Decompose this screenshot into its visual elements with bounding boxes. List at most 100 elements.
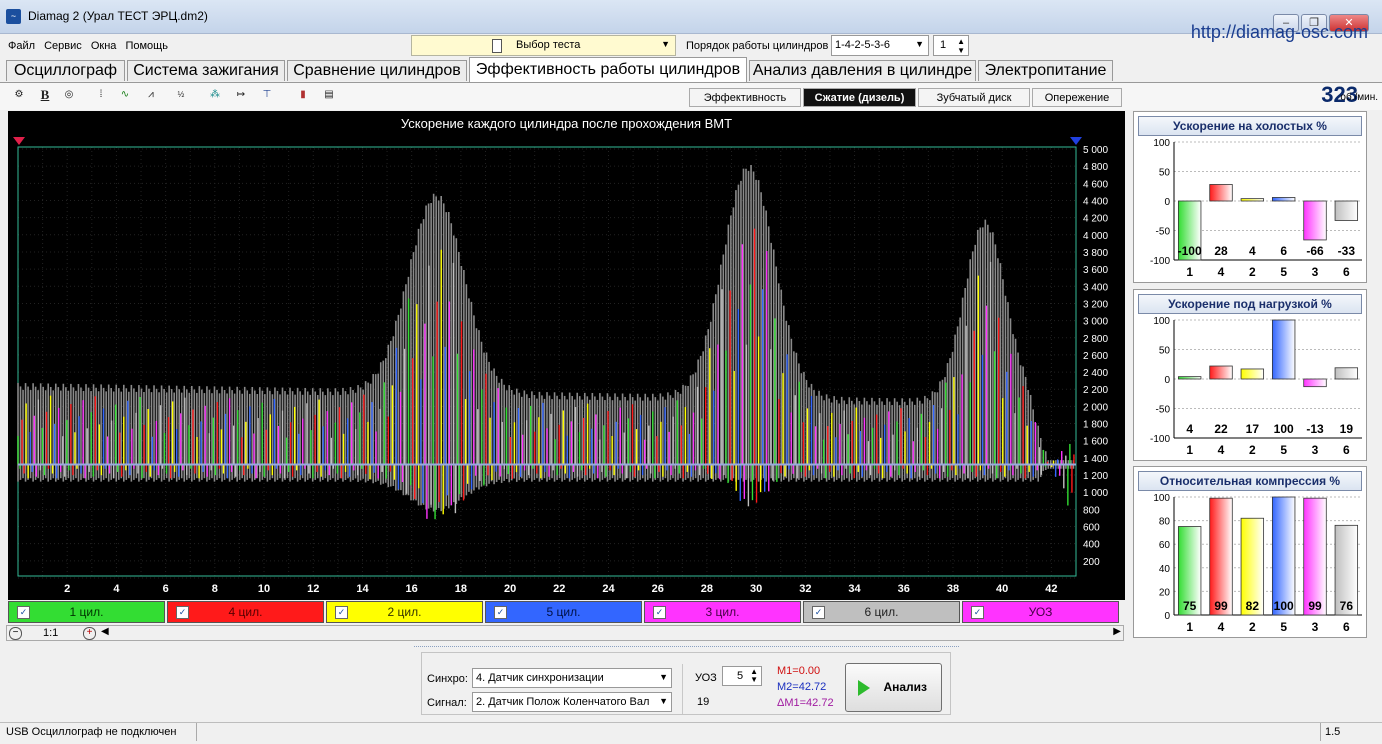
test-select[interactable]: Выбор теста ▼ xyxy=(411,35,676,56)
x-tick-label: 10 xyxy=(258,583,270,595)
wave-icon[interactable]: ∿ xyxy=(116,86,134,104)
menu-bar: Файл Сервис Окна Помощь xyxy=(0,36,168,56)
signal-select[interactable]: 2. Датчик Полож Коленчатого Вал ▼ xyxy=(472,692,672,712)
y-tick-label: 60 xyxy=(1159,540,1171,551)
rpm-icon[interactable]: ◎ xyxy=(60,86,78,104)
legend-item[interactable]: ✓ 6 цил. xyxy=(803,601,960,623)
checkbox-icon[interactable]: ✓ xyxy=(971,606,984,619)
checkbox-icon[interactable]: ✓ xyxy=(176,606,189,619)
menu-service[interactable]: Сервис xyxy=(44,36,82,56)
subtab-toothed-disk[interactable]: Зубчатый диск xyxy=(918,88,1030,107)
marker-icon[interactable]: ⊤ xyxy=(258,86,276,104)
x-tick-label: 42 xyxy=(1045,583,1057,595)
analyze-button[interactable]: Анализ xyxy=(845,663,942,712)
category-label: 1 xyxy=(1186,620,1193,634)
checkbox-icon[interactable]: ✓ xyxy=(17,606,30,619)
acceleration-chart[interactable]: 5 000 4 800 4 600 4 400 4 200 4 000 3 800 3 600… xyxy=(8,111,1125,600)
counter-icon[interactable]: ↦ xyxy=(232,86,250,104)
subtab-efficiency[interactable]: Эффективность xyxy=(689,88,801,107)
menu-windows[interactable]: Окна xyxy=(91,36,117,56)
y-tick-label: 100 xyxy=(1153,138,1170,149)
scale-icon[interactable]: ⁞ xyxy=(92,86,110,104)
zoom-out-icon[interactable]: − xyxy=(9,627,22,640)
chart-title: Ускорение каждого цилиндра после прохожд… xyxy=(400,116,733,131)
legend-item[interactable]: ✓ 2 цил. xyxy=(326,601,483,623)
tab-cylinder-compare[interactable]: Сравнение цилиндров xyxy=(287,60,467,81)
legend-label: УОЗ xyxy=(1028,605,1053,619)
menu-file[interactable]: Файл xyxy=(8,36,35,56)
spinner-arrows-icon[interactable]: ▲ ▼ xyxy=(750,668,758,684)
acceleration-plot[interactable]: 5 000 4 800 4 600 4 400 4 200 4 000 3 800 3 600… xyxy=(8,111,1125,600)
legend-item[interactable]: ✓ 3 цил. xyxy=(644,601,801,623)
tab-oscilloscope[interactable]: Осциллограф xyxy=(6,60,125,81)
y-tick-label: 200 xyxy=(1083,557,1100,568)
y-tick-label: 1 400 xyxy=(1083,454,1108,465)
plot-frame xyxy=(17,146,1077,577)
site-link[interactable]: http://diamag-osc.com xyxy=(1191,22,1368,43)
tab-ignition[interactable]: Система зажигания xyxy=(127,60,285,81)
splitter[interactable] xyxy=(414,646,959,650)
legend-item[interactable]: ✓ 5 цил. xyxy=(485,601,642,623)
cylinder-order-spinner[interactable]: 1 ▲ ▼ xyxy=(933,35,969,56)
tab-cylinder-efficiency[interactable]: Эффективность работы цилиндров xyxy=(469,57,747,82)
tab-pressure-analysis[interactable]: Анализ давления в цилиндре xyxy=(749,60,976,81)
subtab-compression[interactable]: Сжатие (дизель) xyxy=(803,88,916,107)
y-tick-label: 800 xyxy=(1083,505,1100,516)
y-tick-label: 80 xyxy=(1159,517,1171,528)
x-tick-label: 4 xyxy=(113,583,120,595)
bar-value-label: -33 xyxy=(1338,244,1356,258)
subtab-advance[interactable]: Опережение xyxy=(1032,88,1122,107)
marker-delta: ΔM1=42.72 xyxy=(777,697,834,709)
checkbox-icon[interactable]: ✓ xyxy=(812,606,825,619)
y-tick-label: 4 600 xyxy=(1083,179,1108,190)
marker-m2-icon xyxy=(1070,137,1082,145)
checkbox-icon[interactable]: ✓ xyxy=(335,606,348,619)
bar xyxy=(1209,497,1233,616)
category-label: 3 xyxy=(1312,443,1319,457)
bold-icon[interactable]: B xyxy=(36,86,54,104)
status-divider xyxy=(1320,723,1321,741)
x-tick-label: 16 xyxy=(406,583,418,595)
bar xyxy=(1334,367,1359,380)
category-label: 2 xyxy=(1249,265,1256,279)
scroll-right-icon[interactable]: ▶ xyxy=(1113,626,1121,637)
legend-item[interactable]: ✓ 1 цил. xyxy=(8,601,165,623)
bar-value-label: 4 xyxy=(1249,244,1256,258)
algorithm-icon[interactable]: ½ xyxy=(172,86,190,104)
x-tick-label: 20 xyxy=(504,583,516,595)
bar-value-label: 17 xyxy=(1246,422,1260,436)
scroll-left-icon[interactable]: ◀ xyxy=(101,626,109,637)
bar-value-label: 99 xyxy=(1308,599,1322,613)
zoom-scrollbar[interactable]: − 1:1 + ◀ ▶ xyxy=(6,625,1124,641)
category-label: 2 xyxy=(1249,620,1256,634)
y-tick-label: 2 000 xyxy=(1083,402,1108,413)
legend-item[interactable]: ✓ 4 цил. xyxy=(167,601,324,623)
bar-value-label: -13 xyxy=(1306,422,1324,436)
status-divider xyxy=(196,723,197,741)
y-tick-label: 1 000 xyxy=(1083,488,1108,499)
y-tick-label: -100 xyxy=(1150,256,1170,267)
x-tick-label: 12 xyxy=(307,583,319,595)
relative-compression-panel: Относительная компрессия % 100 80 60 40 20 0 7… xyxy=(1133,466,1367,638)
load-acceleration-title: Ускорение под нагрузкой % xyxy=(1138,294,1362,314)
zoom-in-icon[interactable]: + xyxy=(83,627,96,640)
y-tick-label: 3 000 xyxy=(1083,317,1108,328)
sync-select[interactable]: 4. Датчик синхронизации ▼ xyxy=(472,668,672,688)
stats-icon[interactable]: ▤ xyxy=(320,86,338,104)
y-tick-label: 2 400 xyxy=(1083,368,1108,379)
y-tick-label: 0 xyxy=(1164,197,1170,208)
cylinder-chart-icon[interactable]: ▮ xyxy=(294,86,312,104)
vvti-icon[interactable]: ⩘ xyxy=(142,86,160,104)
checkbox-icon[interactable]: ✓ xyxy=(653,606,666,619)
cylinder-order-select[interactable]: 1-4-2-5-3-6 ▼ xyxy=(831,35,929,56)
legend-item[interactable]: ✓ УОЗ xyxy=(962,601,1119,623)
settings-icon[interactable]: ⚙ xyxy=(10,86,28,104)
network-icon[interactable]: ⁂ xyxy=(206,86,224,104)
tab-power-supply[interactable]: Электропитание xyxy=(978,60,1113,81)
bar xyxy=(1303,200,1327,241)
menu-help[interactable]: Помощь xyxy=(125,36,168,56)
x-tick-label: 36 xyxy=(898,583,910,595)
checkbox-icon[interactable]: ✓ xyxy=(494,606,507,619)
spinner-arrows-icon[interactable]: ▲ ▼ xyxy=(957,37,965,55)
uoz-spinner[interactable]: 5 ▲ ▼ xyxy=(722,666,762,686)
